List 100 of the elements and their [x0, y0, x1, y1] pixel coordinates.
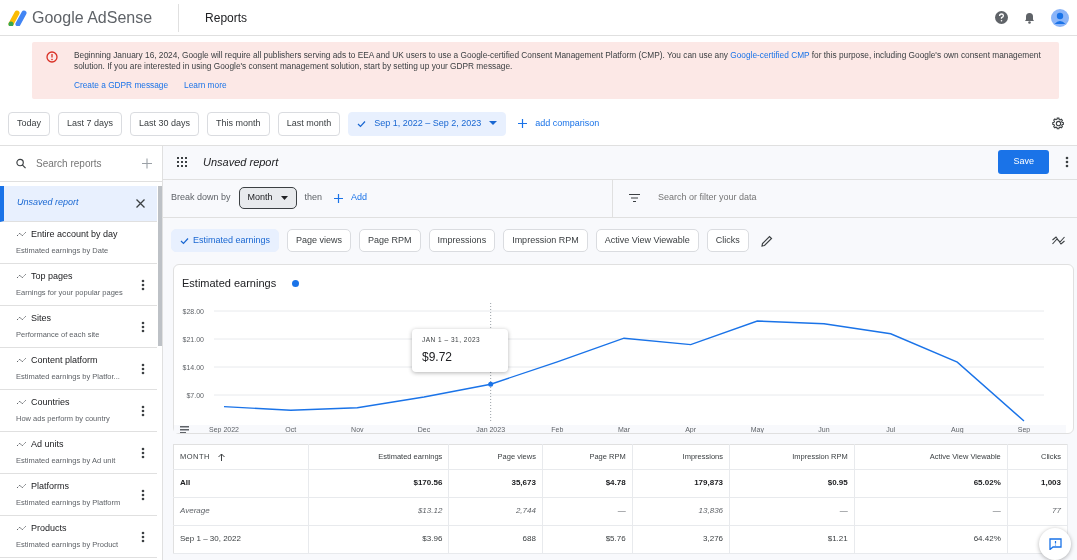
save-button[interactable]: Save [998, 150, 1049, 174]
table-cell: 77 [1007, 497, 1068, 525]
report-list-item[interactable]: Unsaved report [0, 185, 157, 222]
table-cell: 1,003 [1007, 469, 1068, 497]
sparkle-line-icon [16, 314, 27, 322]
filter-icon [629, 194, 640, 202]
report-name: Products [31, 521, 67, 535]
add-comparison-link[interactable]: add comparison [518, 117, 600, 131]
table-cell: Sep 1 – 30, 2022 [173, 525, 309, 553]
breakdown-label: Break down by [171, 191, 231, 205]
table-cell: 2,744 [448, 497, 543, 525]
sparkle-line-icon [16, 230, 27, 238]
help-icon[interactable] [995, 11, 1008, 24]
banner-message: Beginning January 16, 2024, Google will require all publishers serving ads to EEA and UK users to use a Google-certified Consent Management Platform (CMP). You can use any Google-certified CMP for this purpose, including Google's own consent management solution. If you are interested in using Google's consent management solution, start by setting up your GDPR message. [74, 50, 1042, 72]
sparkle-line-icon [16, 524, 27, 532]
close-icon[interactable] [136, 199, 145, 209]
date-range-button[interactable]: Last month [277, 112, 341, 136]
add-breakdown-link[interactable]: Add [334, 191, 368, 205]
sparkle-line-icon [16, 356, 27, 364]
date-range-button[interactable]: Last 30 days [130, 112, 200, 136]
metric-chip[interactable]: Estimated earnings [171, 228, 280, 253]
then-label: then [304, 191, 323, 205]
more-options-icon[interactable] [141, 446, 145, 459]
report-name: Unsaved report [17, 196, 79, 210]
table-cell: — [542, 497, 633, 525]
sort-arrow-icon[interactable] [218, 452, 225, 461]
metric-chip[interactable]: Page RPM [359, 228, 421, 253]
table-cell: $170.56 [308, 469, 449, 497]
report-title: Unsaved report [203, 154, 279, 170]
table-cell: 179,873 [632, 469, 730, 497]
logo-icon [8, 9, 28, 26]
table-cell: All [173, 469, 309, 497]
table-cell: 64.42% [854, 525, 1008, 553]
table-toggle-icon[interactable] [180, 425, 189, 433]
avatar-icon[interactable] [1051, 8, 1069, 27]
metric-chip[interactable]: Impressions [428, 228, 496, 253]
sparkle-line-icon [16, 440, 27, 448]
plus-icon [334, 193, 344, 203]
notification-bell-icon[interactable] [1024, 11, 1035, 24]
report-name: Ad units [31, 437, 64, 451]
table-cell: $3.96 [308, 525, 449, 553]
date-range-button[interactable]: Today [8, 112, 51, 136]
more-options-icon[interactable] [141, 404, 145, 417]
feedback-icon [1048, 537, 1062, 550]
compare-trend-icon[interactable] [1052, 236, 1065, 245]
table-cell: $13.12 [308, 497, 449, 525]
banner-link[interactable]: Create a GDPR message [74, 80, 169, 91]
report-name: Platforms [31, 479, 69, 493]
sparkle-line-icon [16, 482, 27, 490]
table-cell: $1.21 [729, 525, 855, 553]
apps-grid-icon[interactable] [177, 157, 187, 167]
more-options-icon[interactable] [141, 362, 145, 375]
report-name: Entire account by day [31, 227, 118, 241]
caret-icon [280, 196, 288, 200]
table-cell: $5.76 [542, 525, 633, 553]
check-icon [357, 119, 367, 128]
banner-link[interactable]: Learn more [184, 80, 227, 91]
table-cell: 35,673 [448, 469, 543, 497]
table-cell: 13,836 [632, 497, 730, 525]
add-icon[interactable] [142, 157, 152, 169]
report-name: Countries [31, 395, 70, 409]
table-cell: 3,276 [632, 525, 730, 553]
report-name: Sites [31, 311, 51, 325]
sparkle-line-icon [16, 398, 27, 406]
caret-icon [489, 121, 498, 127]
scrollbar[interactable] [158, 185, 162, 346]
table-cell: Average [173, 497, 309, 525]
search-icon [16, 157, 26, 169]
check-icon [180, 236, 189, 245]
legend-label: Estimated earnings [182, 276, 277, 292]
more-options-icon[interactable] [1065, 156, 1069, 168]
metric-chip[interactable]: Active View Viewable [595, 228, 699, 253]
tooltip-value: $9.72 [422, 349, 454, 367]
report-name: Top pages [31, 269, 73, 283]
date-range-button[interactable]: Sep 1, 2022 – Sep 2, 2023 [348, 112, 507, 136]
alert-icon [46, 51, 58, 63]
table-cell: — [854, 497, 1008, 525]
more-options-icon[interactable] [141, 488, 145, 501]
search-field[interactable]: Search reports [34, 154, 134, 172]
page-title: Reports [178, 3, 248, 32]
metric-chip[interactable]: Clicks [706, 228, 749, 253]
plus-icon [518, 119, 528, 129]
more-options-icon[interactable] [141, 278, 145, 291]
table-cell: $4.78 [542, 469, 633, 497]
breakdown-dropdown[interactable]: Month [238, 187, 297, 209]
settings-icon[interactable] [1052, 117, 1065, 131]
data-point [488, 381, 494, 387]
more-options-icon[interactable] [141, 320, 145, 333]
pencil-icon[interactable] [760, 234, 773, 247]
metric-chip[interactable]: Page views [287, 228, 352, 253]
brand-name: Google AdSense [32, 7, 153, 28]
metric-chip[interactable]: Impression RPM [503, 228, 588, 253]
date-range-button[interactable]: Last 7 days [58, 112, 123, 136]
filter-field[interactable]: Search or filter your data [656, 190, 956, 206]
table-cell: 688 [448, 525, 543, 553]
cmp-link[interactable]: Google-certified CMP [730, 50, 810, 60]
date-range-button[interactable]: This month [207, 112, 270, 136]
sparkle-line-icon [16, 272, 27, 280]
more-options-icon[interactable] [141, 530, 145, 543]
report-name: Content platform [31, 353, 98, 367]
